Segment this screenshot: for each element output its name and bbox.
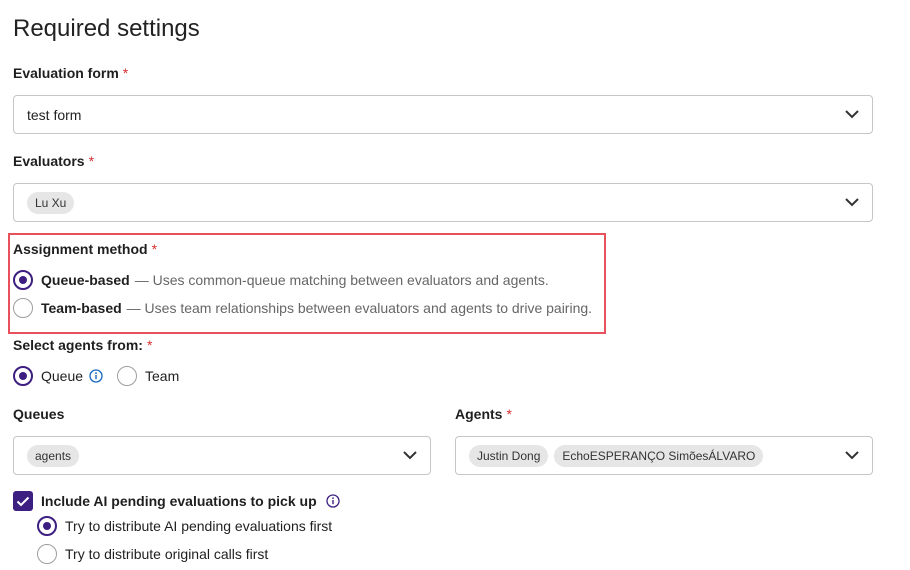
queues-chips: agents [27, 444, 402, 467]
assignment-option-team-based[interactable]: Team-based — Uses team relationships bet… [13, 298, 592, 318]
chevron-down-icon[interactable] [844, 107, 860, 123]
evaluators-label: Evaluators * [13, 153, 94, 169]
agents-from-option-team[interactable]: Team [117, 366, 179, 386]
assignment-option-label: Team-based [41, 300, 122, 316]
radio-unselected[interactable] [117, 366, 137, 386]
evaluation-form-label: Evaluation form * [13, 65, 128, 81]
select-agents-from-label-text: Select agents from: [13, 337, 143, 353]
agents-select[interactable]: Justin Dong EchoESPERANÇO SimõesÁLVARO [455, 436, 873, 475]
assignment-method-label-text: Assignment method [13, 241, 148, 257]
agents-label: Agents * [455, 406, 512, 422]
evaluation-form-select[interactable]: test form [13, 95, 873, 134]
required-marker: * [122, 65, 129, 81]
radio-selected[interactable] [13, 270, 33, 290]
chevron-down-icon[interactable] [844, 195, 860, 211]
evaluation-form-label-text: Evaluation form [13, 65, 119, 81]
ai-pending-option-original[interactable]: Try to distribute original calls first [37, 544, 268, 564]
info-icon[interactable] [89, 369, 103, 383]
assignment-option-label: Queue-based [41, 272, 130, 288]
checkbox-checked[interactable] [13, 491, 33, 511]
agent-chip[interactable]: EchoESPERANÇO SimõesÁLVARO [554, 444, 764, 467]
required-marker: * [88, 153, 95, 169]
assignment-method-label: Assignment method * [13, 241, 157, 257]
evaluators-label-text: Evaluators [13, 153, 85, 169]
radio-unselected[interactable] [37, 544, 57, 564]
select-agents-from-label: Select agents from: * [13, 337, 152, 353]
ai-pending-label: Include AI pending evaluations to pick u… [41, 493, 317, 509]
radio-selected[interactable] [13, 366, 33, 386]
radio-unselected[interactable] [13, 298, 33, 318]
queues-select[interactable]: agents [13, 436, 431, 475]
evaluators-select[interactable]: Lu Xu [13, 183, 873, 222]
agents-label-text: Agents [455, 406, 503, 422]
evaluation-form-value: test form [27, 106, 82, 123]
page-title: Required settings [13, 15, 200, 42]
agents-chips: Justin Dong EchoESPERANÇO SimõesÁLVARO [469, 444, 844, 467]
required-marker: * [506, 406, 512, 422]
info-icon[interactable] [325, 494, 340, 508]
ai-pending-option-label: Try to distribute original calls first [65, 546, 269, 562]
queue-chip[interactable]: agents [27, 444, 80, 467]
agent-chip[interactable]: Justin Dong [469, 444, 549, 467]
ai-pending-option-label: Try to distribute AI pending evaluations… [65, 518, 333, 534]
ai-pending-option-first[interactable]: Try to distribute AI pending evaluations… [37, 516, 332, 536]
required-marker: * [146, 337, 153, 353]
agents-from-option-label: Queue [41, 368, 84, 384]
chevron-down-icon[interactable] [844, 448, 860, 464]
assignment-option-description: — Uses team relationships between evalua… [126, 300, 593, 316]
queues-label: Queues [13, 406, 65, 422]
evaluators-chips: Lu Xu [27, 191, 844, 214]
agents-from-option-queue[interactable]: Queue [13, 366, 103, 386]
assignment-option-queue-based[interactable]: Queue-based — Uses common-queue matching… [13, 270, 549, 290]
assignment-option-description: — Uses common-queue matching between eva… [134, 272, 549, 288]
evaluator-chip[interactable]: Lu Xu [27, 191, 75, 214]
agents-from-option-label: Team [145, 368, 180, 384]
ai-pending-checkbox-row[interactable]: Include AI pending evaluations to pick u… [13, 491, 340, 511]
chevron-down-icon[interactable] [402, 448, 418, 464]
radio-selected[interactable] [37, 516, 57, 536]
required-marker: * [151, 241, 158, 257]
